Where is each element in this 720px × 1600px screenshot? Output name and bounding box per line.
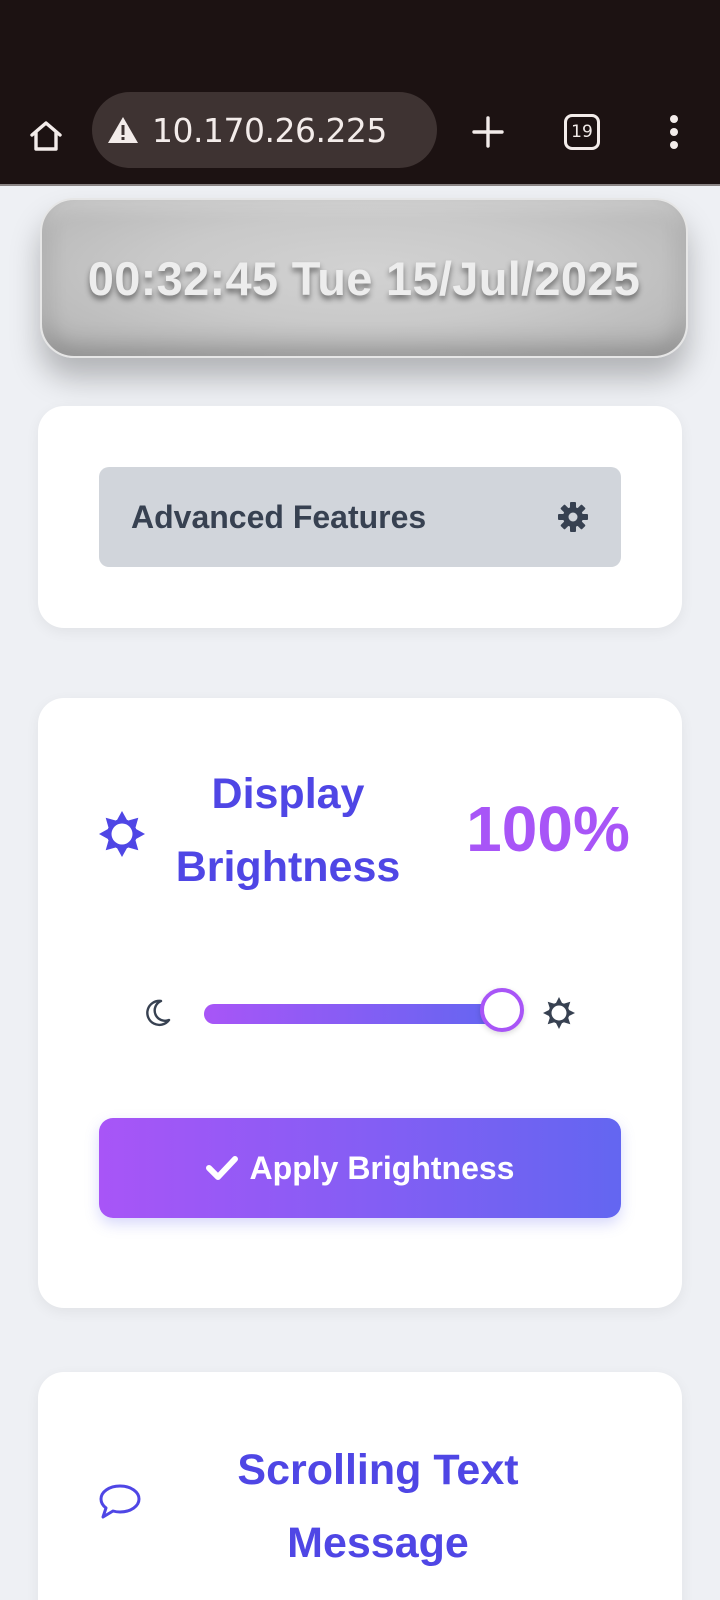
scrolling-text-title: Scrolling Text Message (237, 1446, 519, 1567)
browser-toolbar: 10.170.26.225 19 (0, 92, 720, 186)
brightness-card: Display Brightness 100% Apply Brightness (38, 698, 682, 1308)
home-icon (30, 121, 62, 151)
more-menu-button[interactable] (656, 110, 692, 154)
tab-switcher-button[interactable]: 19 (564, 114, 600, 150)
moon-icon (146, 999, 171, 1027)
address-bar[interactable]: 10.170.26.225 (92, 92, 437, 168)
gear-icon (558, 502, 588, 532)
tab-count: 19 (571, 122, 593, 142)
warning-icon[interactable] (106, 113, 140, 147)
url-text: 10.170.26.225 (152, 110, 387, 150)
scrolling-text-card: Scrolling Text Message (38, 1372, 682, 1600)
browser-chrome: 10.170.26.225 19 (0, 0, 720, 186)
chat-bubble-icon (99, 1484, 141, 1519)
advanced-features-card: Advanced Features (38, 406, 682, 628)
brightness-value: 100% (466, 793, 630, 865)
clock-text: 00:32:45 Tue 15/Jul/2025 (87, 251, 641, 305)
clock-panel: 00:32:45 Tue 15/Jul/2025 (40, 198, 688, 358)
sun-max-icon (543, 997, 575, 1029)
brightness-slider-thumb[interactable] (480, 988, 524, 1032)
advanced-features-button[interactable]: Advanced Features (99, 467, 621, 567)
plus-icon (472, 116, 504, 148)
status-bar (0, 0, 720, 92)
home-button[interactable] (24, 114, 68, 158)
brightness-slider-fill (204, 1004, 502, 1024)
more-vert-icon (670, 115, 678, 149)
apply-brightness-label: Apply Brightness (249, 1149, 515, 1186)
sun-icon (99, 811, 145, 857)
apply-brightness-button[interactable]: Apply Brightness (99, 1118, 621, 1218)
chrome-divider (0, 184, 720, 186)
new-tab-button[interactable] (466, 110, 510, 154)
brightness-slider[interactable] (204, 988, 524, 1032)
brightness-title: Display Brightness (175, 770, 401, 891)
advanced-features-label: Advanced Features (131, 498, 427, 535)
check-icon (205, 1156, 238, 1180)
